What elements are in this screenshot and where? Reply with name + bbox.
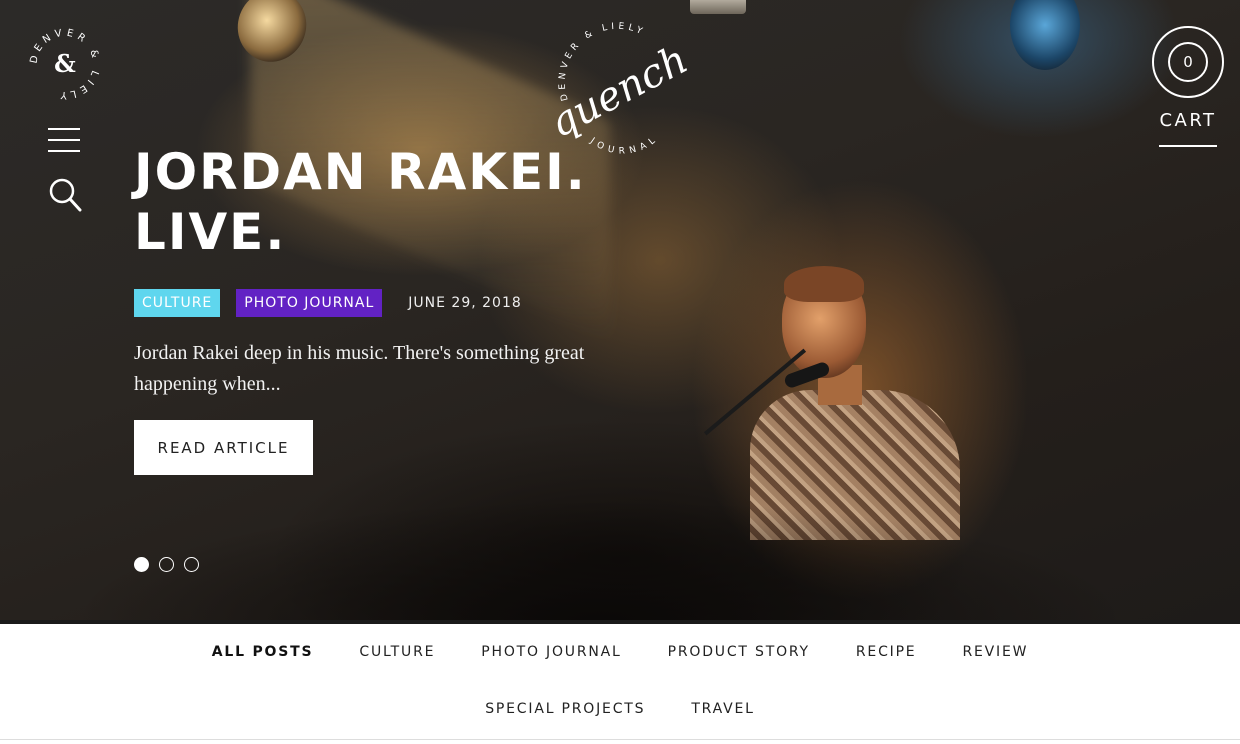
svg-text:&: & [54,49,76,78]
category-culture[interactable]: CULTURE [336,644,458,660]
category-recipe[interactable]: RECIPE [833,644,940,660]
category-special-projects[interactable]: SPECIAL PROJECTS [462,701,668,717]
category-all-posts[interactable]: ALL POSTS [189,644,337,660]
tag-list: CULTURE PHOTO JOURNAL JUNE 29, 2018 [134,289,522,317]
cart-underline [1159,145,1217,147]
slide-dot-3[interactable] [184,557,199,572]
stage-light [1010,0,1080,70]
stage-light [690,0,746,14]
post-date: JUNE 29, 2018 [408,295,522,311]
hero-banner: DENVER & LIELY & DENVER & LIELY JOURNAL … [0,0,1240,620]
category-nav: ALL POSTS CULTURE PHOTO JOURNAL PRODUCT … [0,624,1240,740]
hero-excerpt: Jordan Rakei deep in his music. There's … [134,342,585,395]
category-review[interactable]: REVIEW [939,644,1051,660]
cart-icon: 0 [1152,26,1224,98]
slide-dot-2[interactable] [159,557,174,572]
search-icon[interactable] [48,177,82,213]
category-travel[interactable]: TRAVEL [668,701,777,717]
cart-label: CART [1159,110,1217,131]
slide-pagination [134,557,199,572]
tag-photo-journal[interactable]: PHOTO JOURNAL [236,289,383,317]
category-product-story[interactable]: PRODUCT STORY [645,644,833,660]
cart-count: 0 [1168,42,1208,82]
category-photo-journal[interactable]: PHOTO JOURNAL [458,644,644,660]
slide-dot-1[interactable] [134,557,149,572]
hero-title: JORDAN RAKEI. LIVE. [134,143,587,261]
tag-culture[interactable]: CULTURE [134,289,221,317]
quench-journal-logo[interactable]: DENVER & LIELY JOURNAL quench [550,18,690,158]
cart-button[interactable]: 0 CART [1152,26,1224,147]
brand-logo[interactable]: DENVER & LIELY & [27,26,103,102]
read-article-button[interactable]: READ ARTICLE [134,420,313,475]
hamburger-menu-icon[interactable] [48,126,82,154]
